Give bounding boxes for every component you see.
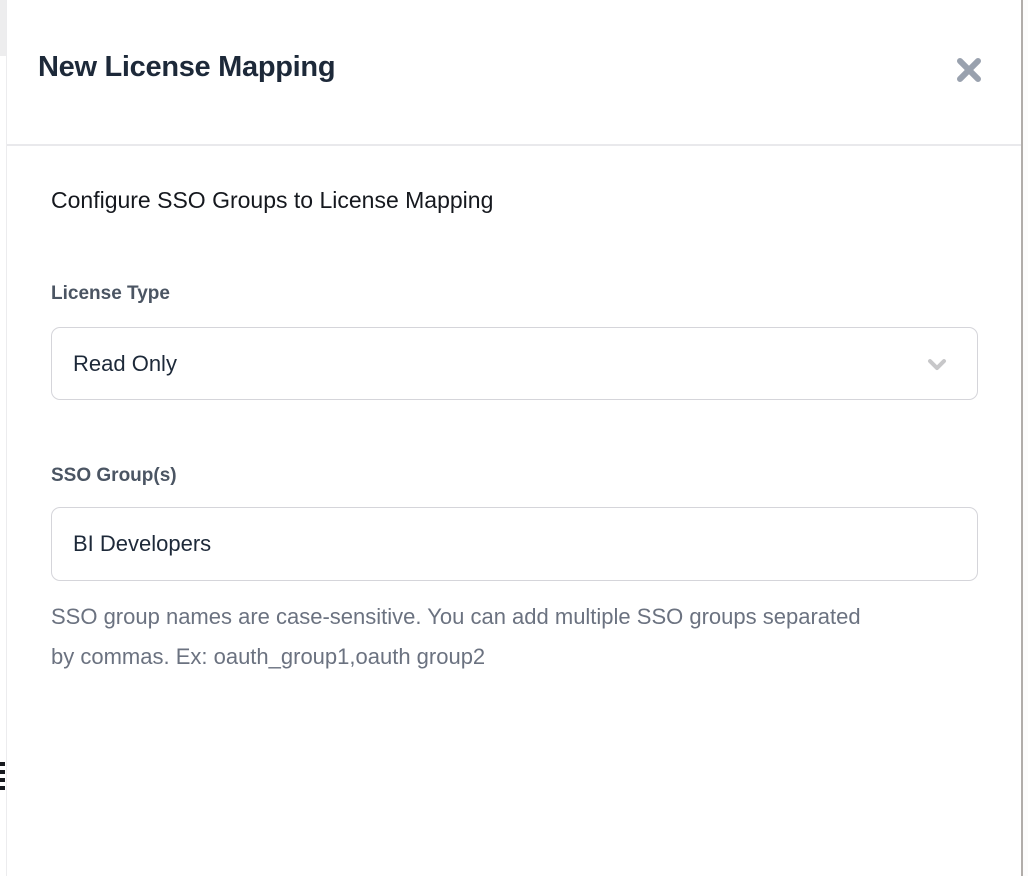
close-icon (953, 54, 985, 86)
sso-groups-label: SSO Group(s) (51, 464, 977, 488)
sso-groups-helper-text: SSO group names are case-sensitive. You … (51, 597, 871, 677)
license-type-selected-value: Read Only (73, 351, 923, 377)
close-button[interactable] (951, 52, 987, 88)
chevron-down-icon (923, 350, 951, 378)
dialog-body: Configure SSO Groups to License Mapping … (7, 146, 1021, 677)
dialog-subheading: Configure SSO Groups to License Mapping (51, 186, 977, 214)
license-type-label: License Type (51, 282, 977, 306)
dialog-title: New License Mapping (38, 51, 335, 84)
new-license-mapping-dialog: New License Mapping Configure SSO Groups… (6, 0, 1021, 876)
dialog-header: New License Mapping (7, 0, 1021, 146)
sso-groups-input[interactable] (51, 507, 978, 581)
license-type-select[interactable]: Read Only (51, 327, 978, 400)
page: New License Mapping Configure SSO Groups… (0, 0, 1028, 876)
window-right-fill (1023, 0, 1028, 876)
